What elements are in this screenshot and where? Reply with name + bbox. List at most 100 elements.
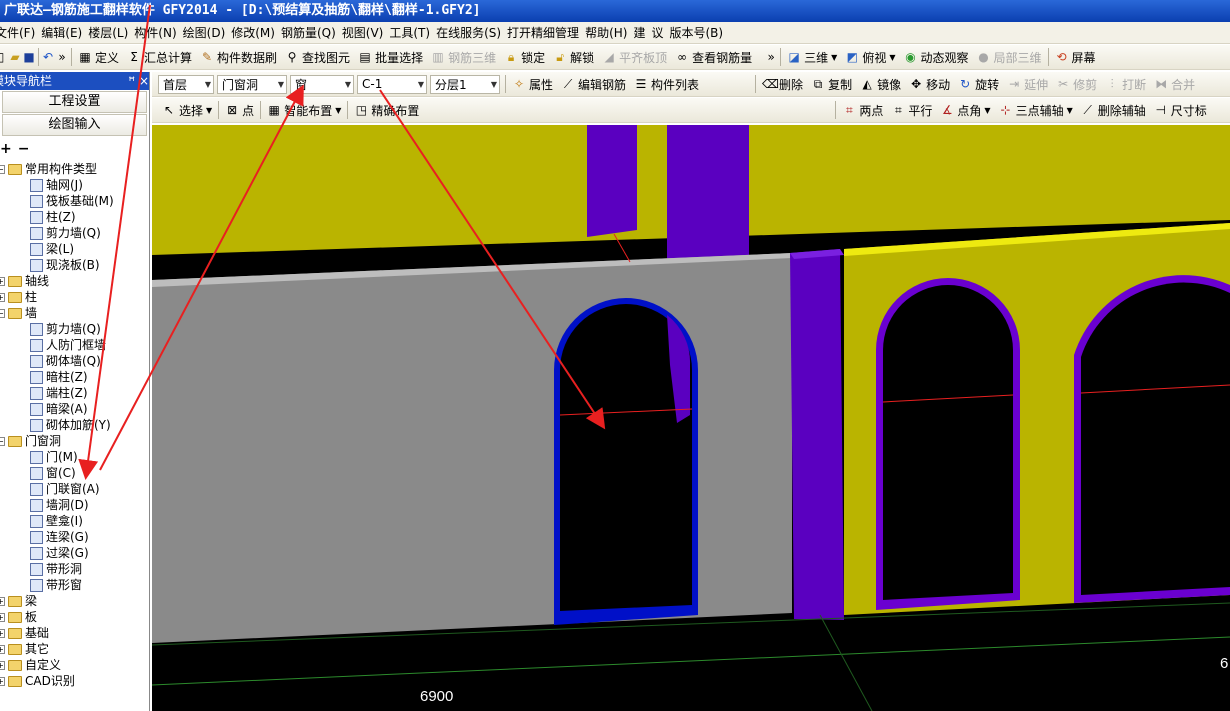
local-3d-button[interactable]: ● 局部三维 bbox=[973, 47, 1046, 68]
menu-fine-manage[interactable]: 打开精细管理 bbox=[504, 24, 582, 41]
unlock-button[interactable]: 🔓︎ 解锁 bbox=[549, 47, 598, 68]
tree-node-column[interactable]: + 柱 bbox=[0, 289, 37, 305]
lock-button[interactable]: 🔒︎ 锁定 bbox=[500, 47, 549, 68]
tree-item-civil-defense-wall[interactable]: 人防门框墙 bbox=[30, 337, 106, 353]
tree-item-door[interactable]: 门(M) bbox=[30, 449, 78, 465]
menu-help[interactable]: 帮助(H) bbox=[582, 24, 630, 41]
delete-button[interactable]: ⌫ 删除 bbox=[758, 74, 807, 95]
tree-node-slab[interactable]: + 板 bbox=[0, 609, 37, 625]
layer-select[interactable]: 分层1 ▼ bbox=[430, 74, 500, 94]
find-element-button[interactable]: ⚲ 查找图元 bbox=[281, 47, 354, 68]
menu-file[interactable]: 文件(F) bbox=[0, 24, 38, 41]
tree-item-window[interactable]: 窗(C) bbox=[30, 465, 76, 481]
more-chevron-icon[interactable]: » bbox=[55, 50, 69, 64]
select-dropdown[interactable]: ↖ 选择 ▼ bbox=[158, 100, 216, 121]
tree-item-lintel[interactable]: 过梁(G) bbox=[30, 545, 89, 561]
new-icon[interactable]: ▯ bbox=[0, 50, 8, 64]
pin-icon[interactable]: ꟸ bbox=[128, 74, 135, 88]
smart-place-dropdown[interactable]: ▦ 智能布置 ▼ bbox=[263, 100, 345, 121]
edit-rebar-button[interactable]: ⟋ 编辑钢筋 bbox=[557, 74, 630, 95]
tree-item-masonry-rebar[interactable]: 砌体加筋(Y) bbox=[30, 417, 111, 433]
view3d-dropdown[interactable]: ◪ 三维 ▼ bbox=[783, 47, 841, 68]
tree-node-wall[interactable]: − 墙 bbox=[0, 305, 37, 321]
expand-all-icon[interactable]: + bbox=[0, 141, 12, 157]
tree-item-hidden-column[interactable]: 暗柱(Z) bbox=[30, 369, 88, 385]
merge-button[interactable]: ⧓ 合并 bbox=[1150, 74, 1199, 95]
tree-node-foundation[interactable]: + 基础 bbox=[0, 625, 49, 641]
trim-button[interactable]: ✂ 修剪 bbox=[1052, 74, 1101, 95]
menu-floor[interactable]: 楼层(L) bbox=[85, 24, 131, 41]
menu-version[interactable]: 版本号(B) bbox=[666, 24, 726, 41]
menu-tools[interactable]: 工具(T) bbox=[386, 24, 433, 41]
tree-item-link-beam[interactable]: 连梁(G) bbox=[30, 529, 89, 545]
mirror-button[interactable]: ◭ 镜像 bbox=[856, 74, 905, 95]
menu-online[interactable]: 在线服务(S) bbox=[433, 24, 504, 41]
top-view-dropdown[interactable]: ◩ 俯视 ▼ bbox=[841, 47, 899, 68]
extend-button[interactable]: ⇥ 延伸 bbox=[1003, 74, 1052, 95]
menu-view[interactable]: 视图(V) bbox=[339, 24, 387, 41]
precise-place-button[interactable]: ◳ 精确布置 bbox=[350, 100, 423, 121]
tree-node-axis[interactable]: + 轴线 bbox=[0, 273, 49, 289]
view-rebar-button[interactable]: ∞ 查看钢筋量 bbox=[671, 47, 756, 68]
menu-edit[interactable]: 编辑(E) bbox=[38, 24, 85, 41]
break-button[interactable]: ⫶ 打断 bbox=[1101, 74, 1150, 95]
tree-item-end-column[interactable]: 端柱(Z) bbox=[30, 385, 88, 401]
point-angle-dropdown[interactable]: ∡ 点角 ▼ bbox=[936, 100, 994, 121]
tree-item-strip-window[interactable]: 带形窗 bbox=[30, 577, 82, 593]
tree-node-cad[interactable]: + CAD识别 bbox=[0, 673, 75, 689]
dynamic-view-button[interactable]: ◉ 动态观察 bbox=[900, 47, 973, 68]
menu-rebar-qty[interactable]: 钢筋量(Q) bbox=[278, 24, 339, 41]
tree-item-column[interactable]: 柱(Z) bbox=[30, 209, 76, 225]
menu-draw[interactable]: 绘图(D) bbox=[180, 24, 229, 41]
3d-viewport[interactable]: 6900 6 bbox=[152, 125, 1230, 711]
save-icon[interactable]: ■ bbox=[22, 50, 36, 64]
menu-suggest-2[interactable]: 议 bbox=[648, 24, 666, 41]
define-button[interactable]: ▦ 定义 bbox=[74, 47, 123, 68]
component-brush-button[interactable]: ✎ 构件数据刷 bbox=[196, 47, 281, 68]
point-button[interactable]: ⊠ 点 bbox=[221, 100, 258, 121]
tree-node-other[interactable]: + 其它 bbox=[0, 641, 49, 657]
type-select[interactable]: 窗 ▼ bbox=[290, 74, 354, 94]
tree-item-masonry-wall[interactable]: 砌体墙(Q) bbox=[30, 353, 101, 369]
dimension-button[interactable]: ⊣ 尺寸标 bbox=[1150, 100, 1211, 121]
batch-select-button[interactable]: ▤ 批量选择 bbox=[354, 47, 427, 68]
tree-node-custom[interactable]: + 自定义 bbox=[0, 657, 61, 673]
tree-node-openings[interactable]: − 门窗洞 bbox=[0, 433, 61, 449]
floor-select[interactable]: 首层 ▼ bbox=[158, 74, 214, 94]
delete-axis-button[interactable]: ⟋ 删除辅轴 bbox=[1077, 100, 1150, 121]
drawing-input-button[interactable]: 绘图输入 bbox=[2, 114, 147, 136]
tree-node-common[interactable]: − 常用构件类型 bbox=[0, 161, 97, 177]
tree-item-shear-wall[interactable]: 剪力墙(Q) bbox=[30, 225, 101, 241]
two-points-button[interactable]: ⌗ 两点 bbox=[838, 100, 887, 121]
element-select[interactable]: C-1 ▼ bbox=[357, 74, 427, 94]
tree-node-beam[interactable]: + 梁 bbox=[0, 593, 37, 609]
tree-item-axis-grid[interactable]: 轴网(J) bbox=[30, 177, 83, 193]
menu-component[interactable]: 构件(N) bbox=[131, 24, 179, 41]
component-list-button[interactable]: ☰ 构件列表 bbox=[630, 74, 703, 95]
tree-item-cast-slab[interactable]: 现浇板(B) bbox=[30, 257, 100, 273]
menu-modify[interactable]: 修改(M) bbox=[228, 24, 278, 41]
tree-item-wall-shear[interactable]: 剪力墙(Q) bbox=[30, 321, 101, 337]
tree-item-beam[interactable]: 梁(L) bbox=[30, 241, 74, 257]
undo-icon[interactable]: ↶ bbox=[41, 50, 55, 64]
open-folder-icon[interactable]: ▰ bbox=[8, 50, 22, 64]
tree-item-strip-hole[interactable]: 带形洞 bbox=[30, 561, 82, 577]
tree-item-wall-hole[interactable]: 墙洞(D) bbox=[30, 497, 89, 513]
move-button[interactable]: ✥ 移动 bbox=[905, 74, 954, 95]
overflow-chevron-icon[interactable]: » bbox=[764, 50, 778, 64]
rebar-3d-button[interactable]: ▥ 钢筋三维 bbox=[427, 47, 500, 68]
tree-item-hidden-beam[interactable]: 暗梁(A) bbox=[30, 401, 88, 417]
three-point-axis-dropdown[interactable]: ⊹ 三点辅轴 ▼ bbox=[995, 100, 1077, 121]
rotate-button[interactable]: ↻ 旋转 bbox=[954, 74, 1003, 95]
tree-item-raft[interactable]: 筏板基础(M) bbox=[30, 193, 114, 209]
collapse-all-icon[interactable]: − bbox=[18, 141, 30, 157]
close-icon[interactable]: × bbox=[139, 74, 149, 88]
properties-button[interactable]: ✧ 属性 bbox=[508, 74, 557, 95]
screen-button[interactable]: ⟲ 屏幕 bbox=[1051, 47, 1100, 68]
parallel-button[interactable]: ⌗ 平行 bbox=[887, 100, 936, 121]
project-settings-button[interactable]: 工程设置 bbox=[2, 91, 147, 113]
menu-suggest-1[interactable]: 建 bbox=[630, 24, 648, 41]
tree-item-niche[interactable]: 壁龛(I) bbox=[30, 513, 83, 529]
sum-button[interactable]: Σ 汇总计算 bbox=[123, 47, 196, 68]
category-select[interactable]: 门窗洞 ▼ bbox=[217, 74, 287, 94]
